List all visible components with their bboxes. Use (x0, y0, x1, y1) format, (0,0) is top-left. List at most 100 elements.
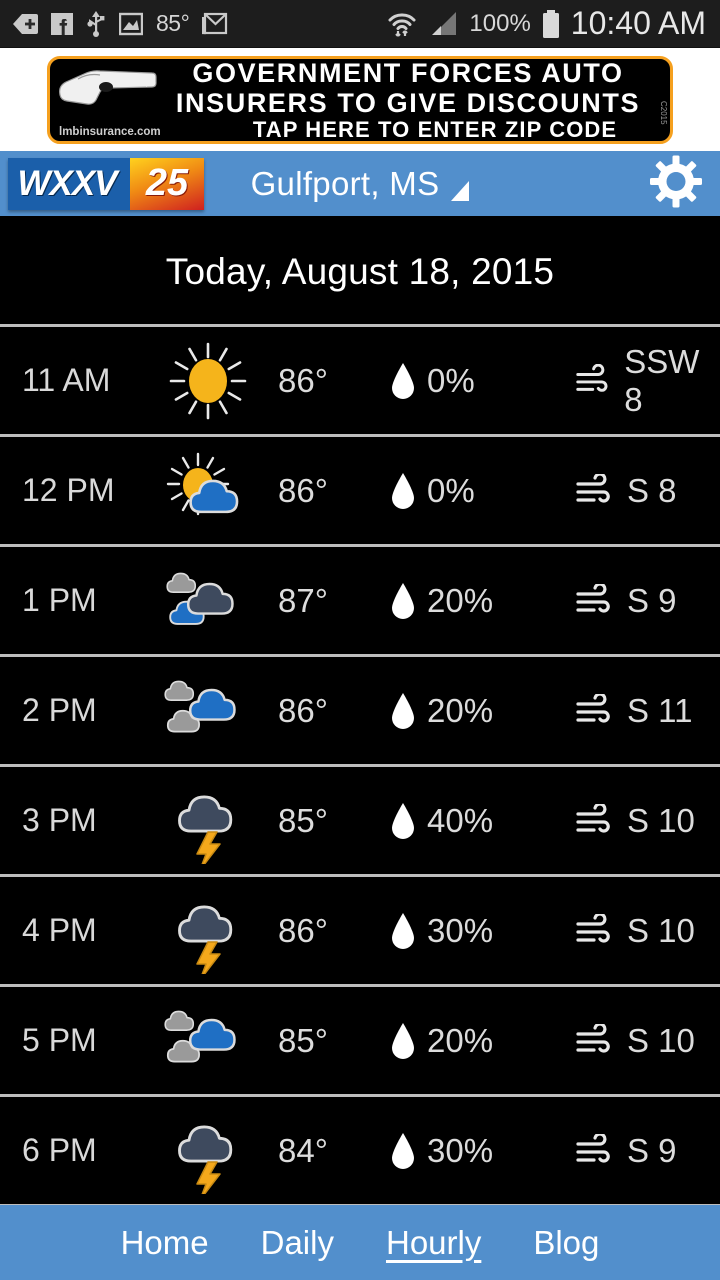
hourly-precipitation: 0% (390, 471, 575, 511)
wind-icon (576, 913, 610, 943)
wind-icon (576, 473, 610, 503)
hourly-precip-value: 30% (427, 1131, 494, 1169)
hourly-forecast-list[interactable]: 11 AM 86° 0% SSW 8 12 PM 86° 0% S 8 1 PM 87° 20% S … (0, 327, 720, 1207)
app-root: 85° 100% 10:40 AM GOVERNMENT FORCES AUTO… (0, 0, 720, 1280)
hourly-wind-value: SSW 8 (624, 342, 700, 418)
partly-cloudy-icon (148, 998, 268, 1084)
hourly-temperature: 86° (278, 471, 328, 509)
hourly-precip-value: 0% (427, 471, 475, 509)
ad-advertiser-url: lmbinsurance.com (59, 125, 161, 138)
ad-cta-line: TAP HERE TO ENTER ZIP CODE (252, 116, 618, 142)
location-label: Gulfport, MS (250, 164, 440, 202)
wind-icon (576, 1133, 610, 1163)
nav-item-daily[interactable]: Daily (257, 1222, 338, 1264)
status-bar-clock: 10:40 AM (570, 5, 706, 41)
hourly-precipitation: 20% (390, 1021, 575, 1061)
hourly-temperature: 86° (278, 691, 328, 729)
advertisement-banner[interactable]: GOVERNMENT FORCES AUTO INSURERS TO GIVE … (47, 55, 673, 144)
date-header: Today, August 18, 2015 (0, 219, 720, 327)
hourly-wind: S 9 (575, 582, 720, 620)
cell-signal-icon (432, 11, 457, 35)
raindrop-icon (392, 472, 414, 509)
hourly-temperature: 85° (278, 1021, 328, 1059)
wind-icon (576, 583, 610, 613)
raindrop-icon (392, 802, 414, 839)
hourly-temperature: 86° (278, 911, 328, 949)
mostly-cloudy-icon (148, 558, 268, 644)
logo-channel-number: 25 (130, 157, 204, 210)
hourly-row[interactable]: 11 AM 86° 0% SSW 8 (0, 327, 720, 437)
bottom-navigation-bar: Home Daily Hourly Blog (0, 1205, 720, 1280)
status-bar-temperature: 85° (156, 10, 190, 36)
wxxv25-logo[interactable]: WXXV 25 (8, 157, 204, 210)
ad-copyright-mark: C2015 (659, 100, 668, 125)
gallery-icon (119, 12, 143, 35)
hourly-row[interactable]: 12 PM 86° 0% S 8 (0, 437, 720, 547)
hourly-precip-value: 0% (427, 361, 475, 399)
hourly-precipitation: 0% (390, 361, 575, 401)
hourly-wind-value: S 10 (627, 1021, 695, 1059)
hourly-wind: S 10 (575, 802, 720, 840)
thunderstorm-icon (148, 778, 268, 864)
hourly-wind-value: S 8 (627, 471, 677, 509)
hourly-row[interactable]: 6 PM 84° 30% S 9 (0, 1097, 720, 1207)
hourly-wind-value: S 9 (627, 1131, 677, 1169)
hourly-precipitation: 20% (390, 691, 575, 731)
wind-icon (576, 693, 610, 723)
raindrop-icon (392, 912, 414, 949)
wind-icon (576, 1023, 610, 1053)
advertisement-text: GOVERNMENT FORCES AUTO INSURERS TO GIVE … (150, 59, 670, 142)
hourly-row[interactable]: 5 PM 85° 20% S 10 (0, 987, 720, 1097)
triangle-dropdown-icon (451, 180, 470, 201)
usb-icon (87, 10, 105, 37)
hourly-row[interactable]: 1 PM 87° 20% S 9 (0, 547, 720, 657)
raindrop-icon (392, 692, 414, 729)
hourly-temperature: 84° (278, 1131, 328, 1169)
hourly-time: 1 PM (22, 582, 97, 618)
raindrop-icon (392, 582, 414, 619)
nav-item-blog[interactable]: Blog (529, 1222, 603, 1264)
hourly-precipitation: 20% (390, 581, 575, 621)
wind-icon (576, 363, 608, 392)
facebook-icon (51, 12, 73, 35)
hourly-row[interactable]: 4 PM 86° 30% S 10 (0, 877, 720, 987)
thunderstorm-icon (148, 888, 268, 974)
partly-sunny-icon (148, 448, 268, 534)
nav-item-home[interactable]: Home (117, 1222, 213, 1264)
ad-headline-line2: INSURERS TO GIVE DISCOUNTS (175, 87, 641, 118)
gmail-icon (202, 12, 228, 34)
battery-full-icon (542, 9, 559, 38)
hourly-wind: S 9 (575, 1132, 720, 1170)
hourly-wind: S 10 (575, 1022, 720, 1060)
hourly-wind-value: S 10 (627, 911, 695, 949)
hourly-precip-value: 40% (427, 801, 494, 839)
hourly-time: 6 PM (22, 1132, 97, 1168)
settings-button[interactable] (650, 155, 702, 212)
wifi-icon (388, 13, 416, 37)
raindrop-icon (392, 1132, 414, 1169)
hourly-row[interactable]: 2 PM 86° 20% S 11 (0, 657, 720, 767)
sunny-icon (148, 338, 268, 424)
battery-percent-label: 100% (469, 9, 531, 37)
wind-icon (576, 803, 610, 833)
hourly-wind: SSW 8 (575, 343, 720, 419)
back-tag-icon (13, 13, 38, 34)
gear-icon (650, 155, 702, 207)
app-header-bar: WXXV 25 Gulfport, MS (0, 151, 720, 219)
hourly-temperature: 85° (278, 801, 328, 839)
nav-item-hourly[interactable]: Hourly (382, 1222, 485, 1264)
hourly-wind: S 10 (575, 912, 720, 950)
hourly-wind: S 11 (575, 692, 720, 730)
logo-callsign-text: WXXV (8, 157, 130, 210)
hourly-precipitation: 30% (390, 911, 575, 951)
hourly-precip-value: 30% (427, 911, 494, 949)
hourly-time: 12 PM (22, 472, 115, 508)
hourly-wind-value: S 11 (627, 691, 693, 729)
hourly-precip-value: 20% (427, 581, 494, 619)
hourly-row[interactable]: 3 PM 85° 40% S 10 (0, 767, 720, 877)
hourly-time: 3 PM (22, 802, 97, 838)
hourly-precipitation: 30% (390, 1131, 575, 1171)
hourly-time: 2 PM (22, 692, 97, 728)
date-label: Today, August 18, 2015 (165, 250, 555, 292)
hourly-precip-value: 20% (427, 1021, 494, 1059)
